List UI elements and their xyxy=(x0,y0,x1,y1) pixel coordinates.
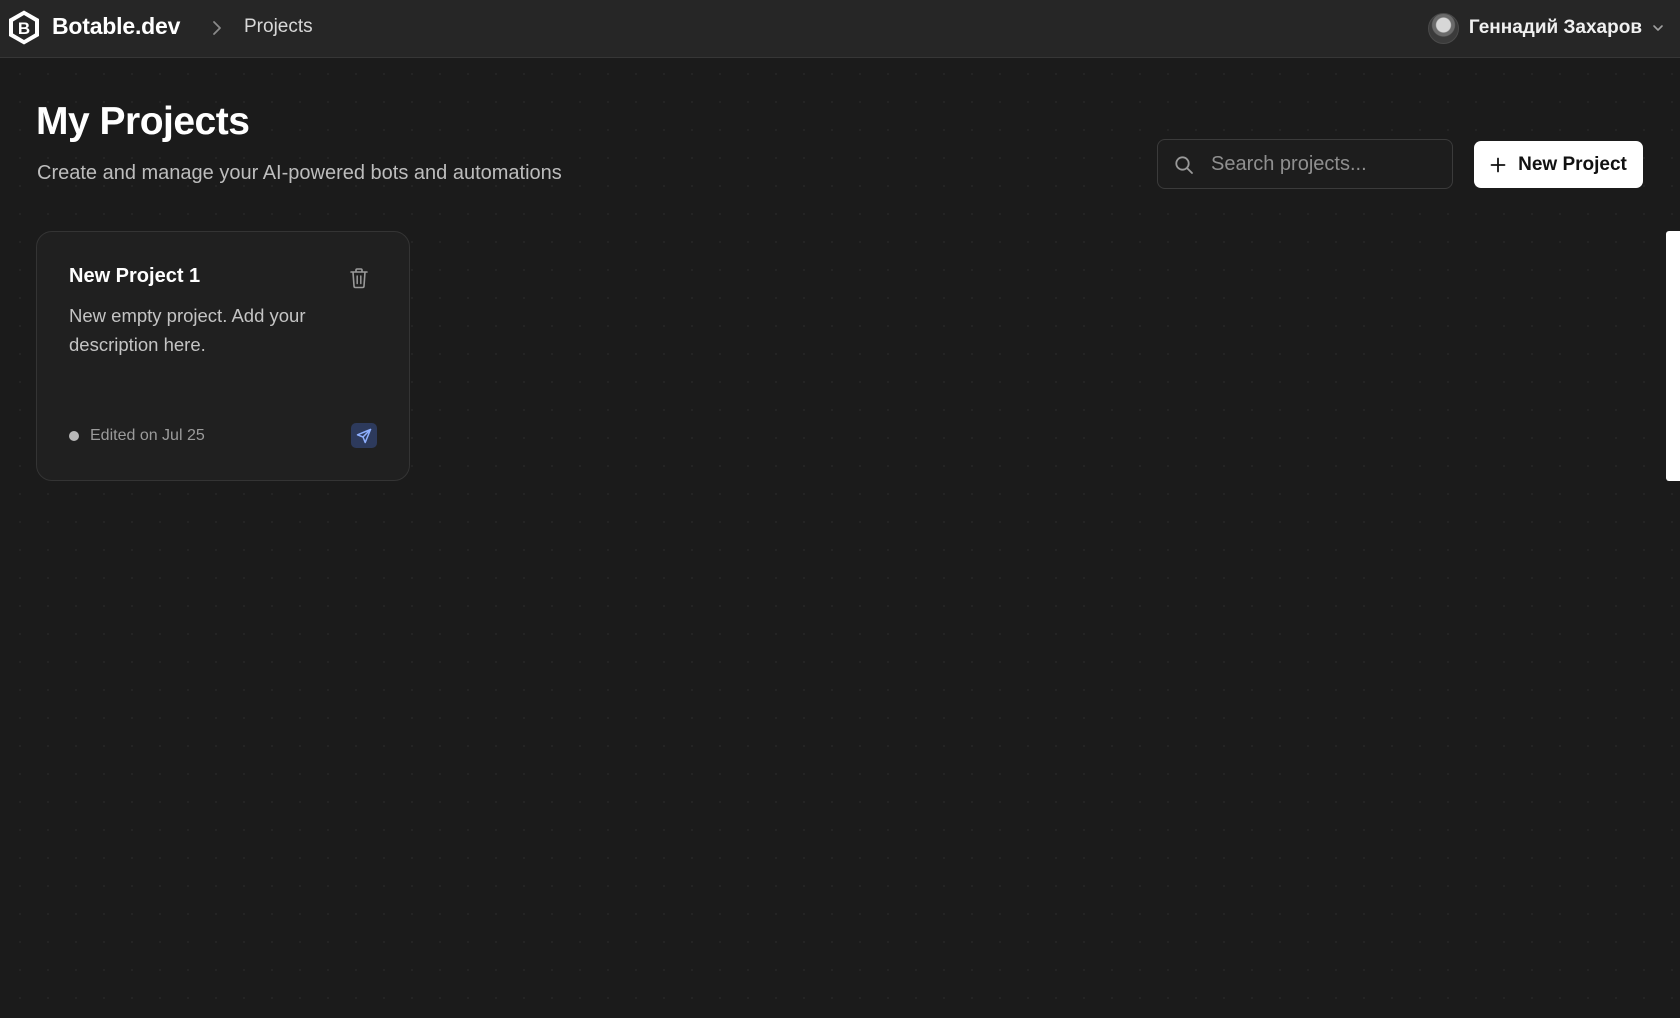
status-dot xyxy=(69,431,79,441)
user-menu[interactable]: Геннадий Захаров xyxy=(1427,10,1664,46)
avatar[interactable] xyxy=(1427,12,1459,44)
project-card[interactable]: New Project 1 New empty project. Add you… xyxy=(36,231,410,481)
botable-logo-icon[interactable]: B xyxy=(7,9,41,46)
brand-name[interactable]: Botable.dev xyxy=(52,13,180,40)
page-subtitle: Create and manage your AI-powered bots a… xyxy=(37,162,562,184)
search-icon xyxy=(1175,156,1193,174)
edited-timestamp: Edited on Jul 25 xyxy=(90,427,205,444)
breadcrumb-chevron-right-icon xyxy=(213,21,221,35)
search-box[interactable] xyxy=(1157,139,1453,189)
publish-button[interactable] xyxy=(351,423,377,448)
breadcrumb-projects[interactable]: Projects xyxy=(244,16,313,38)
project-description: New empty project. Add your description … xyxy=(69,305,306,355)
top-navigation-bar: B Botable.dev Projects Геннадий Захаров xyxy=(0,0,1680,58)
svg-text:B: B xyxy=(18,19,30,38)
trash-icon[interactable] xyxy=(349,267,369,289)
new-project-label: New Project xyxy=(1518,153,1627,175)
page-title: My Projects xyxy=(36,100,250,143)
plus-icon xyxy=(1490,157,1506,172)
user-name[interactable]: Геннадий Захаров xyxy=(1469,17,1642,39)
search-input[interactable] xyxy=(1211,140,1441,188)
send-icon xyxy=(356,428,372,443)
new-project-button[interactable]: New Project xyxy=(1474,141,1643,188)
side-panel-edge xyxy=(1666,231,1680,481)
project-title[interactable]: New Project 1 xyxy=(69,265,200,288)
chevron-down-icon[interactable] xyxy=(1652,23,1664,33)
